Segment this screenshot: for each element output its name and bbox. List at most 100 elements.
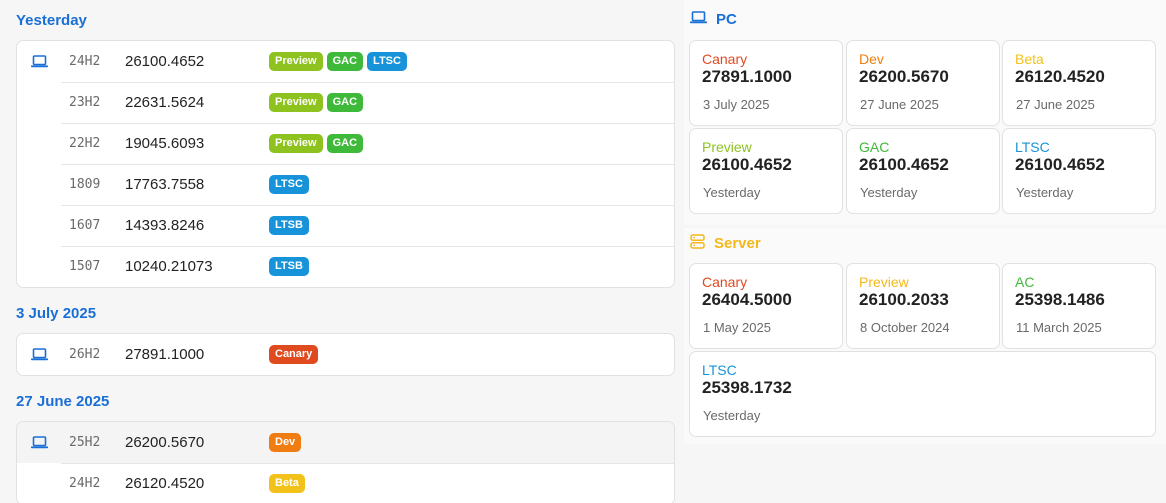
channel-badge[interactable]: Preview: [269, 52, 323, 71]
release-card: 26H2 27891.1000 Canary: [16, 333, 675, 376]
channel-build: 27891.1000: [702, 67, 792, 86]
channel-date: 27 June 2025: [1016, 97, 1095, 112]
channel-build: 26404.5000: [702, 290, 792, 309]
version-label: 25H2: [69, 435, 101, 450]
release-timeline: Yesterday 24H2 26100.4652 Preview GAC LTSC 23H…: [0, 0, 683, 503]
server-channel-tile[interactable]: Canary 26404.5000 1 May 2025: [689, 263, 843, 349]
channel-badges: Dev: [269, 433, 302, 452]
channel-name: Dev: [859, 51, 884, 67]
version-label: 1809: [69, 177, 101, 192]
version-label: 26H2: [69, 347, 101, 362]
pc-section-header: PC: [689, 11, 737, 28]
build-number: 17763.7558: [125, 176, 205, 193]
laptop-icon: [17, 41, 61, 82]
channel-badge[interactable]: GAC: [326, 52, 364, 71]
channel-date: 3 July 2025: [703, 97, 770, 112]
release-row[interactable]: 1507 10240.21073 LTSB: [17, 246, 674, 287]
channel-badge[interactable]: GAC: [326, 93, 364, 112]
channel-badge[interactable]: Dev: [269, 433, 302, 452]
version-label: 24H2: [69, 54, 101, 69]
channel-badges: Canary: [269, 345, 319, 364]
channel-badge[interactable]: LTSB: [269, 216, 309, 235]
pc-channel-tile[interactable]: Canary 27891.1000 3 July 2025: [689, 40, 843, 126]
channel-date: 11 March 2025: [1016, 320, 1102, 335]
channel-date: 8 October 2024: [860, 320, 950, 335]
channel-name: Canary: [702, 274, 748, 290]
channel-badges: Beta: [269, 474, 305, 493]
channel-name: GAC: [859, 139, 890, 155]
channel-build: 26100.4652: [859, 155, 949, 174]
row-icon-slot: [17, 164, 61, 205]
channel-date: 27 June 2025: [860, 97, 939, 112]
build-number: 14393.8246: [125, 217, 205, 234]
group-date-header: 27 June 2025: [16, 393, 110, 410]
pc-channel-tile[interactable]: Beta 26120.4520 27 June 2025: [1002, 40, 1156, 126]
channel-date: 1 May 2025: [703, 320, 771, 335]
release-card: 25H2 26200.5670 Dev 24H2 26120.4520 Beta: [16, 421, 675, 503]
channel-build: 26100.4652: [702, 155, 792, 174]
pc-channel-tile[interactable]: Dev 26200.5670 27 June 2025: [846, 40, 1000, 126]
channel-date: Yesterday: [860, 185, 918, 200]
channel-badge[interactable]: Preview: [269, 93, 323, 112]
server-section-title: Server: [714, 235, 761, 252]
channel-name: LTSC: [702, 362, 737, 378]
channel-badges: Preview GAC: [269, 134, 364, 153]
channel-date: Yesterday: [1016, 185, 1074, 200]
channel-badges: LTSC: [269, 175, 309, 194]
row-icon-slot: [17, 82, 61, 123]
release-row[interactable]: 24H2 26120.4520 Beta: [17, 463, 674, 503]
build-number: 27891.1000: [125, 346, 205, 363]
channel-build: 26100.2033: [859, 290, 949, 309]
group-date-header: Yesterday: [16, 12, 87, 29]
channel-build: 26200.5670: [859, 67, 949, 86]
row-icon-slot: [17, 205, 61, 246]
version-label: 23H2: [69, 95, 101, 110]
release-row[interactable]: 1809 17763.7558 LTSC: [17, 164, 674, 205]
pc-section-title: PC: [716, 11, 737, 28]
channel-name: Canary: [702, 51, 748, 67]
release-row[interactable]: 1607 14393.8246 LTSB: [17, 205, 674, 246]
pc-channel-tile[interactable]: GAC 26100.4652 Yesterday: [846, 128, 1000, 214]
channel-badge[interactable]: Canary: [269, 345, 319, 364]
pc-channel-tile[interactable]: Preview 26100.4652 Yesterday: [689, 128, 843, 214]
channel-badge[interactable]: Preview: [269, 134, 323, 153]
channel-date: Yesterday: [703, 185, 761, 200]
row-icon-slot: [17, 463, 61, 503]
release-card: 24H2 26100.4652 Preview GAC LTSC 23H2 22631.56…: [16, 40, 675, 288]
channel-name: Preview: [702, 139, 752, 155]
build-number: 26100.4652: [125, 53, 205, 70]
release-row[interactable]: 26H2 27891.1000 Canary: [17, 334, 674, 375]
channel-date: Yesterday: [703, 408, 761, 423]
laptop-icon: [17, 422, 61, 463]
channel-name: LTSC: [1015, 139, 1050, 155]
server-channel-tile[interactable]: LTSC 25398.1732 Yesterday: [689, 351, 1156, 437]
server-channel-tile[interactable]: Preview 26100.2033 8 October 2024: [846, 263, 1000, 349]
channel-build: 26100.4652: [1015, 155, 1105, 174]
channel-badges: LTSB: [269, 257, 309, 276]
channel-badges: Preview GAC: [269, 93, 364, 112]
version-label: 24H2: [69, 476, 101, 491]
release-row[interactable]: 24H2 26100.4652 Preview GAC LTSC: [17, 41, 674, 82]
channel-badge[interactable]: LTSB: [269, 257, 309, 276]
channel-name: Beta: [1015, 51, 1044, 67]
release-row[interactable]: 22H2 19045.6093 Preview GAC: [17, 123, 674, 164]
server-section-header: Server: [690, 234, 761, 253]
build-number: 26120.4520: [125, 475, 205, 492]
channel-badge[interactable]: GAC: [326, 134, 364, 153]
channel-overview: PC Canary 27891.1000 3 July 2025 Dev 26200.56…: [684, 0, 1166, 503]
channel-badge[interactable]: LTSC: [269, 175, 309, 194]
row-icon-slot: [17, 123, 61, 164]
channel-badges: Preview GAC LTSC: [269, 52, 407, 71]
version-label: 22H2: [69, 136, 101, 151]
version-label: 1507: [69, 259, 101, 274]
laptop-icon: [17, 334, 61, 375]
version-label: 1607: [69, 218, 101, 233]
channel-badge[interactable]: LTSC: [367, 52, 407, 71]
release-row[interactable]: 25H2 26200.5670 Dev: [17, 422, 674, 463]
channel-badge[interactable]: Beta: [269, 474, 305, 493]
channel-badges: LTSB: [269, 216, 309, 235]
release-row[interactable]: 23H2 22631.5624 Preview GAC: [17, 82, 674, 123]
pc-channel-tile[interactable]: LTSC 26100.4652 Yesterday: [1002, 128, 1156, 214]
channel-name: Preview: [859, 274, 909, 290]
server-channel-tile[interactable]: AC 25398.1486 11 March 2025: [1002, 263, 1156, 349]
